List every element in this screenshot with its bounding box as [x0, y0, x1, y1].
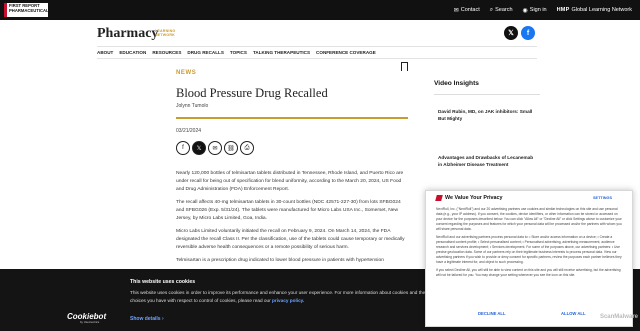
search-link[interactable]: ⌕ Search: [490, 7, 513, 14]
email-share-icon[interactable]: ✉: [208, 141, 222, 155]
cookiebot-logo-sub: by Usercentrics: [80, 320, 100, 324]
nav-education[interactable]: EDUCATION: [119, 50, 146, 55]
logo-sub2: NETWORK: [155, 33, 175, 37]
show-details-link[interactable]: Show details ›: [130, 316, 164, 322]
network-link[interactable]: HMP Global Learning Network: [557, 7, 632, 13]
x-share-icon[interactable]: 𝕏: [192, 141, 206, 155]
allow-all-button[interactable]: ALLOW ALL: [561, 311, 586, 316]
contact-link[interactable]: ✉ Contact: [454, 7, 480, 14]
top-bar: FIRST REPORT PHARMACEUTICALS ✉ Contact ⌕ S…: [0, 0, 640, 20]
nextroll-logo-icon: [435, 195, 443, 201]
network-prefix: HMP: [556, 7, 570, 13]
header: Pharmacy LEARNING NETWORK 𝕏 f: [97, 24, 547, 44]
user-icon: ◉: [522, 7, 528, 14]
video-insights: Video Insights David Rubin, MD, on JAK i…: [434, 80, 540, 167]
article-kicker: NEWS: [176, 70, 197, 76]
site-logo-sub: LEARNING NETWORK: [155, 29, 175, 37]
nav-drug-recalls[interactable]: DRUG RECALLS: [187, 50, 224, 55]
article-title: Blood Pressure Drug Recalled: [176, 86, 328, 100]
watermark: ScanMalware: [599, 314, 638, 320]
decline-all-button[interactable]: DECLINE ALL: [478, 311, 506, 316]
chevron-right-icon: ›: [161, 316, 164, 322]
share-bar: f 𝕏 ✉ ⛓ ⎙: [176, 141, 254, 155]
settings-button[interactable]: SETTINGS: [593, 196, 612, 200]
site-logo[interactable]: Pharmacy: [97, 26, 158, 42]
brand-badge[interactable]: FIRST REPORT PHARMACEUTICALS: [4, 3, 52, 17]
video-insights-title: Video Insights: [434, 80, 479, 87]
privacy-title: We Value Your Privacy: [445, 195, 503, 201]
privacy-policy-link[interactable]: privacy policy.: [272, 298, 304, 303]
nav-talking-therapeutics[interactable]: TALKING THERAPEUTICS: [253, 50, 310, 55]
privacy-text-2: NextRoll and our advertising partners pr…: [436, 235, 622, 264]
privacy-panel: We Value Your Privacy SETTINGS NextRoll,…: [425, 190, 633, 327]
article-date: 03/21/2024: [176, 128, 202, 134]
network-label: Global Learning Network: [571, 7, 632, 13]
nav-resources[interactable]: RESOURCES: [152, 50, 181, 55]
top-nav: ✉ Contact ⌕ Search ◉ Sign in HMP Global Lear…: [454, 0, 632, 20]
title-rule: [176, 117, 408, 119]
article-paragraph: The recall affects 40-mg telmisartan tab…: [176, 200, 401, 221]
nav-divider: [97, 58, 537, 59]
nav-topics[interactable]: TOPICS: [230, 50, 247, 55]
privacy-text: NextRoll, Inc. ("NextRoll") and our 20 a…: [436, 207, 624, 278]
privacy-text-3: If you select Decline All, you will stil…: [436, 268, 621, 277]
nav-about[interactable]: ABOUT: [97, 50, 113, 55]
print-icon[interactable]: ⎙: [240, 141, 254, 155]
nav-conference-coverage[interactable]: CONFERENCE COVERAGE: [316, 50, 376, 55]
bookmark-icon[interactable]: [401, 62, 408, 74]
cookie-text: This website uses cookies in order to im…: [130, 289, 435, 305]
video-item[interactable]: David Rubin, MD, on JAK inhibitors: Smal…: [438, 109, 538, 122]
brand-line2: PHARMACEUTICALS: [9, 7, 52, 13]
facebook-share-icon[interactable]: f: [176, 141, 190, 155]
article-paragraph: Telmisartan is a prescription drug indic…: [176, 258, 384, 263]
sidebar-divider: [434, 94, 540, 95]
signin-link[interactable]: ◉ Sign in: [523, 7, 547, 14]
article-author[interactable]: Jolynn Tumolo: [176, 103, 208, 109]
header-divider: [97, 46, 537, 47]
search-label: Search: [495, 7, 513, 13]
search-icon: ⌕: [489, 6, 494, 13]
facebook-icon[interactable]: f: [521, 26, 535, 40]
signin-label: Sign in: [529, 7, 547, 13]
show-details-label: Show details: [130, 316, 161, 322]
video-item[interactable]: Advantages and Drawbacks of Lecanemab in…: [438, 155, 538, 168]
cookie-title: This website uses cookies: [130, 279, 196, 285]
contact-label: Contact: [460, 7, 480, 13]
privacy-header: We Value Your Privacy: [435, 195, 503, 201]
mail-icon: ✉: [453, 7, 459, 14]
article-paragraph: Micro Labs Limited voluntarily initiated…: [176, 229, 405, 250]
link-share-icon[interactable]: ⛓: [224, 141, 238, 155]
x-icon[interactable]: 𝕏: [504, 26, 518, 40]
main-nav: ABOUT EDUCATION RESOURCES DRUG RECALLS T…: [97, 50, 376, 55]
privacy-text-1: NextRoll, Inc. ("NextRoll") and our 20 a…: [436, 207, 622, 231]
article-paragraph: Nearly 120,000 bottles of telmisartan ta…: [176, 171, 404, 192]
